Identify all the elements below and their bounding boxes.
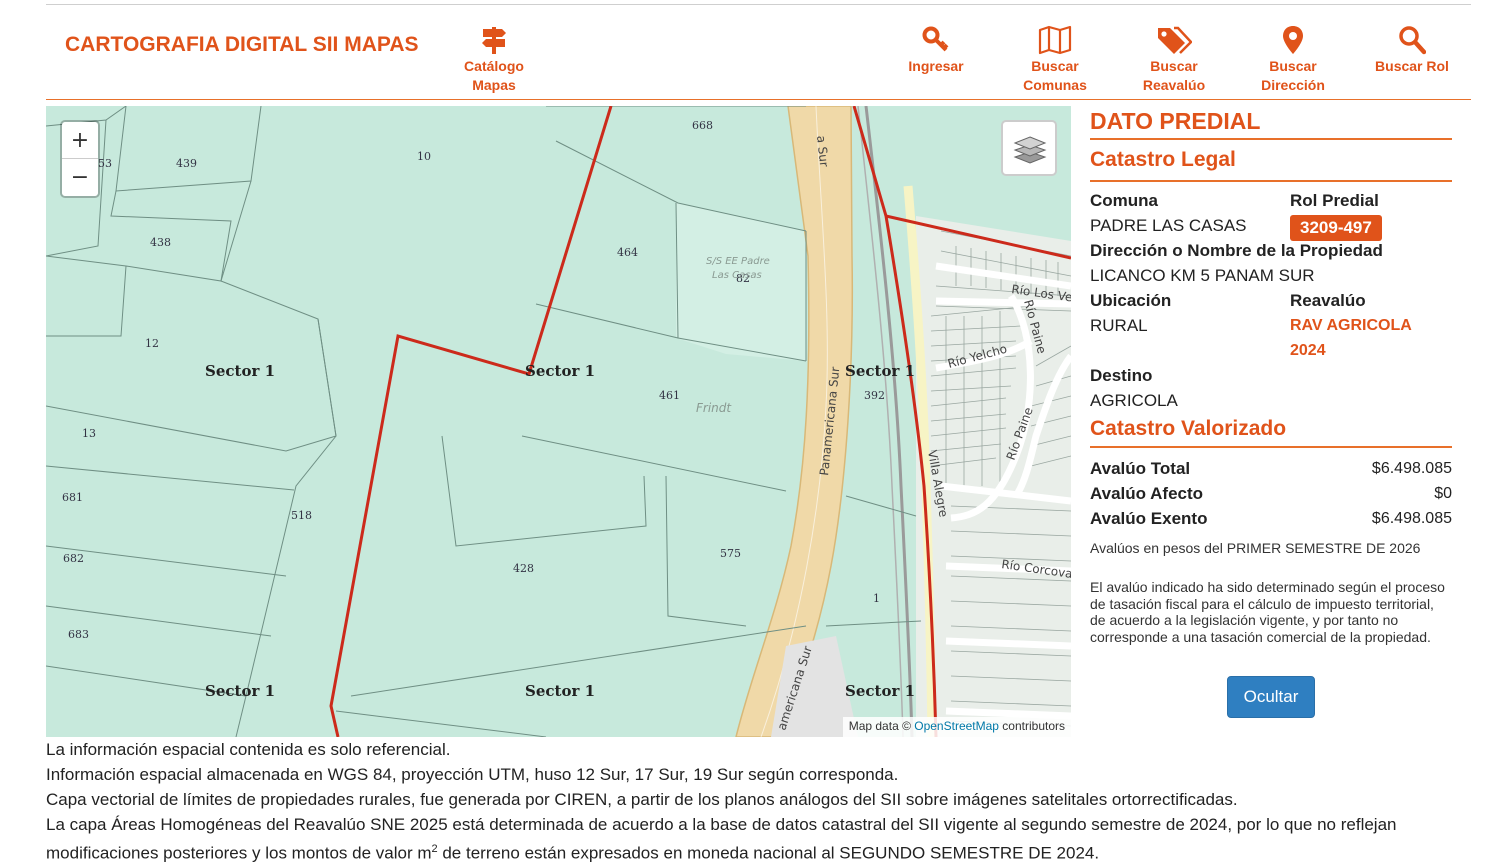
direccion-label: Dirección o Nombre de la Propiedad: [1090, 241, 1383, 260]
rol-label: Rol Predial: [1290, 191, 1379, 210]
valuation-row: Avalúo Exento $6.498.085: [1090, 506, 1452, 531]
parcel-numbers: 668 10 53 439 438 464 82 12 461 392 13 6…: [62, 119, 885, 641]
reavaluo-year: 2024: [1290, 342, 1326, 359]
valuation-label: Avalúo Afecto: [1090, 484, 1204, 503]
place-frindt: Frindt: [696, 401, 732, 415]
parcel-518: 518: [291, 509, 312, 522]
footer-line: La información espacial contenida es sol…: [46, 740, 451, 759]
valuation-label: Avalúo Total: [1090, 459, 1191, 478]
footer-text: modificaciones posteriores y los montos …: [46, 843, 432, 863]
nav-buscar-rol[interactable]: Buscar Rol: [1372, 25, 1452, 76]
valuation-amount: $6.498.085: [1371, 460, 1452, 477]
map-canvas[interactable]: 668 10 53 439 438 464 82 12 461 392 13 6…: [46, 106, 1071, 737]
layers-button[interactable]: [1001, 120, 1057, 176]
reavaluo-label: Reavalúo: [1290, 291, 1366, 310]
legal-details: Comuna Rol Predial PADRE LAS CASAS 3209-…: [1090, 188, 1452, 413]
parcel-392: 392: [864, 389, 885, 402]
cadastral-map[interactable]: 668 10 53 439 438 464 82 12 461 392 13 6…: [46, 106, 1071, 737]
parcel-10: 10: [417, 150, 431, 163]
parcel-575: 575: [720, 547, 741, 560]
comuna-value: PADRE LAS CASAS: [1090, 216, 1247, 235]
nav-catalogo-label: Catálogo Mapas: [464, 58, 524, 93]
valuation-table: Avalúo Total $6.498.085 Avalúo Afecto $0…: [1090, 456, 1452, 531]
sector-label: Sector 1: [525, 682, 595, 700]
parcel-53: 53: [98, 157, 112, 170]
footer-line: modificaciones posteriores y los montos …: [46, 837, 1486, 866]
nav-comunas-label: Buscar Comunas: [1023, 58, 1087, 93]
sector-label: Sector 1: [205, 682, 275, 700]
selected-property-boundary: [329, 106, 613, 737]
valuation-label: Avalúo Exento: [1090, 509, 1208, 528]
parcel-438: 438: [150, 236, 171, 249]
nav-catalogo-mapas[interactable]: Catálogo Mapas: [456, 25, 532, 95]
parcel-683: 683: [68, 628, 89, 641]
tags-icon: [1158, 26, 1192, 54]
zoom-in-button[interactable]: +: [62, 122, 98, 159]
parcel-428: 428: [513, 562, 534, 575]
place-substation-2: Las Casas: [712, 270, 762, 281]
catastro-valorizado-heading: Catastro Valorizado: [1090, 413, 1452, 448]
destino-label: Destino: [1090, 366, 1153, 385]
valuation-disclaimer: El avalúo indicado ha sido determinado s…: [1090, 579, 1445, 645]
footer-line: Capa vectorial de límites de propiedades…: [46, 790, 1238, 809]
site-title: CARTOGRAFIA DIGITAL SII MAPAS: [65, 33, 419, 56]
nav-ingresar[interactable]: Ingresar: [901, 25, 971, 76]
sector-label: Sector 1: [845, 682, 915, 700]
search-icon: [1399, 26, 1426, 55]
reavaluo-value: RAV AGRICOLA: [1290, 317, 1412, 334]
parcel-461: 461: [659, 389, 680, 402]
parcel-464: 464: [617, 246, 638, 259]
nav-rol-label: Buscar Rol: [1375, 58, 1449, 74]
ubicacion-value: RURAL: [1090, 316, 1148, 335]
valuation-row: Avalúo Total $6.498.085: [1090, 456, 1452, 481]
parcel-439: 439: [176, 157, 197, 170]
footer-notes: La información espacial contenida es sol…: [46, 737, 1486, 866]
comuna-label: Comuna: [1090, 191, 1158, 210]
nav-ingresar-label: Ingresar: [908, 58, 964, 74]
sector-label: Sector 1: [525, 362, 595, 380]
valuation-note: Avalúos en pesos del PRIMER SEMESTRE DE …: [1090, 540, 1421, 556]
map-icon: [1038, 25, 1072, 55]
parcel-13: 13: [82, 427, 96, 440]
attribution-suffix: contributors: [998, 719, 1065, 733]
parcel-668: 668: [692, 119, 713, 132]
property-panel: DATO PREDIAL Catastro Legal Comuna Rol P…: [1090, 106, 1452, 718]
zoom-out-button[interactable]: −: [62, 159, 98, 196]
attribution-prefix: Map data ©: [848, 719, 915, 733]
valuation-amount: $6.498.085: [1371, 510, 1452, 527]
ubicacion-label: Ubicación: [1090, 291, 1172, 310]
key-icon: [922, 26, 949, 52]
header: CARTOGRAFIA DIGITAL SII MAPAS Catálogo M…: [46, 5, 1471, 100]
sector-label: Sector 1: [205, 362, 275, 380]
sector-label: Sector 1: [845, 362, 915, 380]
nav-buscar-reavaluo[interactable]: Buscar Reavalúo: [1136, 25, 1212, 95]
zoom-control: + −: [60, 120, 100, 198]
place-substation: S/S EE Padre: [706, 256, 770, 267]
nav-buscar-comunas[interactable]: Buscar Comunas: [1017, 25, 1093, 95]
parcel-681: 681: [62, 491, 83, 504]
footer-text: de terreno están expresados en moneda na…: [437, 843, 1100, 863]
map-pin-icon: [1283, 26, 1303, 54]
catastro-legal-heading: Catastro Legal: [1090, 140, 1452, 182]
footer-line: Información espacial almacenada en WGS 8…: [46, 765, 899, 784]
parcel-12: 12: [145, 337, 159, 350]
footer-line: La capa Áreas Homogéneas del Reavalúo SN…: [46, 815, 1397, 834]
parcel-682: 682: [63, 552, 84, 565]
destino-value: AGRICOLA: [1090, 391, 1178, 410]
panel-title: DATO PREDIAL: [1090, 106, 1452, 140]
nav-buscar-direccion[interactable]: Buscar Dirección: [1255, 25, 1331, 95]
openstreetmap-link[interactable]: OpenStreetMap: [914, 719, 999, 733]
valuation-amount: $0: [1434, 485, 1452, 502]
nav-reavaluo-label: Buscar Reavalúo: [1142, 58, 1206, 93]
valuation-row: Avalúo Afecto $0: [1090, 481, 1452, 506]
hide-panel-button[interactable]: Ocultar: [1227, 676, 1315, 718]
direccion-value: LICANCO KM 5 PANAM SUR: [1090, 266, 1315, 285]
signpost-icon: [482, 27, 506, 54]
layers-icon: [1013, 136, 1047, 164]
map-attribution: Map data © OpenStreetMap contributors: [842, 717, 1071, 737]
parcel-1: 1: [873, 592, 880, 605]
nav-direccion-label: Buscar Dirección: [1261, 58, 1325, 93]
